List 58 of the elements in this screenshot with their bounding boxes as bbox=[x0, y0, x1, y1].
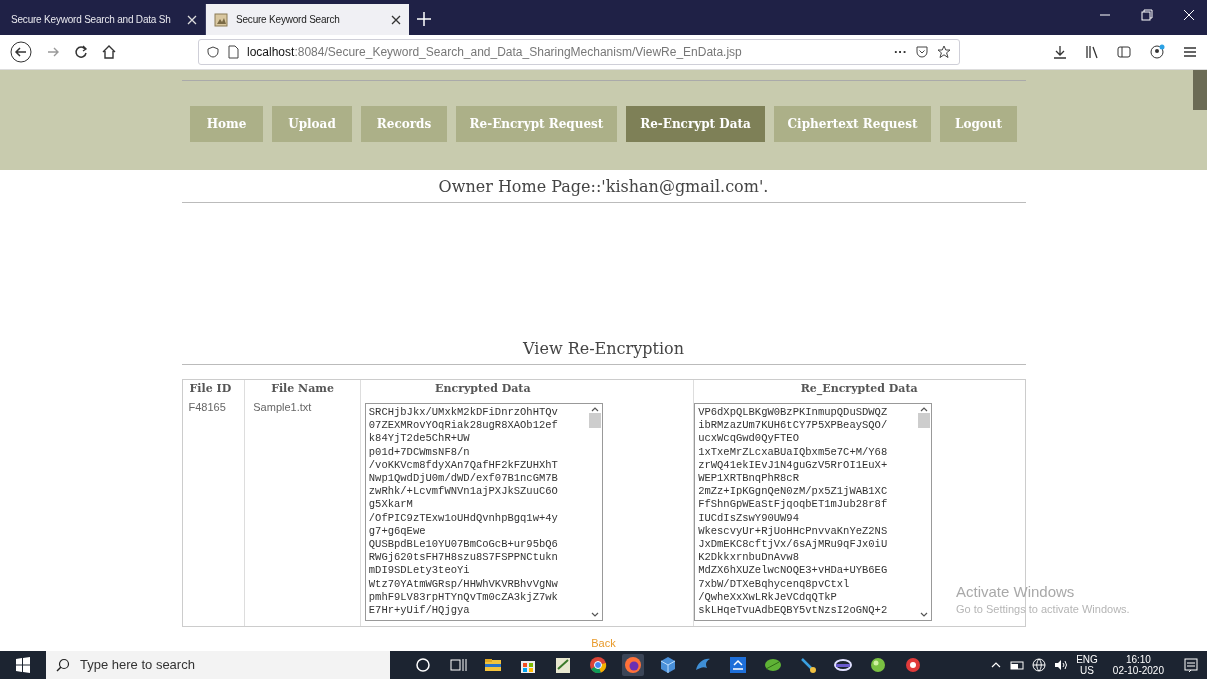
column-header: File Name bbox=[271, 381, 334, 397]
page-icon bbox=[214, 12, 228, 27]
page-icon bbox=[227, 45, 239, 59]
scroll-down-icon[interactable] bbox=[590, 612, 599, 618]
close-icon[interactable] bbox=[391, 14, 401, 25]
text-area[interactable] bbox=[694, 403, 933, 621]
notification-icon[interactable] bbox=[1183, 657, 1199, 673]
restore-icon[interactable] bbox=[1141, 9, 1153, 21]
reload-icon[interactable] bbox=[74, 45, 88, 59]
account-icon[interactable] bbox=[1149, 44, 1165, 60]
scroll-thumb[interactable] bbox=[588, 413, 601, 428]
section-title: View Re-Encryption bbox=[523, 338, 684, 360]
activation-message: Go to Settings to activate Windows. bbox=[956, 602, 1130, 617]
home-icon[interactable] bbox=[102, 45, 116, 59]
scroll-up-icon[interactable] bbox=[920, 406, 929, 412]
firefox-icon[interactable] bbox=[622, 654, 644, 676]
forward-icon[interactable] bbox=[46, 45, 60, 59]
tab-title: Secure Keyword Search and Data Sh bbox=[11, 13, 172, 27]
speaker-icon[interactable] bbox=[1053, 658, 1070, 672]
column-header: Encrypted Data bbox=[435, 381, 531, 397]
clock-time[interactable]: 16:10 bbox=[1125, 654, 1151, 665]
tab-title: Secure Keyword Search bbox=[236, 13, 341, 27]
cipher-text: SRCHjbJkx/UMxkM2kDFiDnrzOhHTQv 07ZEXMRovYOqRiak28ugR8XAOb12ef k84YjT2de5ChR+UW p01d+7DCWmsNF8/n /voKKVcm8fdyXAn7QafHF2kFZUHXhT Nwp1QwdDjU0m/dWD/exf07B1ncGM7B zwRhk/+LcvmfWNVn1ajPXJkSZuuC6O g5XkarM /OfPIC9zTExw1oUHdQvnhpBgq1w+4y g7+g6qEwe QUSBpdBLe10YU07BmCoGcB+ur95bQ6 RWGj620tsFH7H8szu8S7FSPPNCtukn mDI9SDLety3teoYi Wtz70YAtmWGRsp/HHWhVKVRBhvVgNw pmhF9LV83rpHTYnQvTm0cZA3kjZ7wk E7Hr+yUif/HQjgya bbox=[367, 405, 559, 619]
activation-title: Activate Windows bbox=[956, 583, 1076, 601]
scroll-up-icon[interactable] bbox=[590, 406, 599, 412]
more-actions-button[interactable]: ··· bbox=[894, 42, 907, 62]
scroll-down-icon[interactable] bbox=[920, 612, 929, 618]
bookmark-star-icon[interactable] bbox=[937, 45, 951, 59]
cipher-text: VP6dXpQLBKgW0BzPKInmupQDuSDWQZ ibRMzazUm7KUH6tCY7P5XPBeaySQO/ ucxWcqGwd0QyFTEO 1xTxeMrZLcxaBUaIQbxm5e7C+M/Y68 zrWQ41ekIEvJ1N4guGzV5RrOI1EuX+ WEP1XRTBnqPhR8cR 2mZz+IpKGgnQeN0zM/px5Z1jWAB1XC FfShnGpWEaStFjqoqbET1mJub28r8f IUCdIsZswY90UW94 WkescvyUr+RjUoHHcPnvvaKnYeZ2NS JxDmEKC8cftjVx/6sAjMRu9qFJx0iU K2DkkxrnbuDnAvw8 MdZX6hXUZelwcNOQE3+vHDa+UYB6EG 7xbW/DTXeBqhycenq8pvCtxl /QwheXxXwLRkJeVCdqQTkP skLHqeTvuAdbEQBY5vtNzsI2oGNQ+2 bbox=[697, 405, 889, 619]
sidebar-icon[interactable] bbox=[1117, 45, 1131, 59]
text-area[interactable] bbox=[364, 403, 603, 621]
pocket-icon[interactable] bbox=[915, 45, 929, 59]
back-icon[interactable] bbox=[10, 41, 32, 63]
search-field[interactable]: Type here to search bbox=[46, 651, 390, 679]
menu-icon[interactable] bbox=[1183, 45, 1197, 59]
url-text: localhost:8084/Secure_Keyword_Search_and_Data_SharingMechanism/ViewRe_EnData.jsp bbox=[247, 44, 743, 61]
language-indicator[interactable]: ENG bbox=[1076, 654, 1098, 665]
search-placeholder: Type here to search bbox=[80, 656, 195, 675]
installer-icon[interactable] bbox=[727, 654, 749, 676]
table-cell-text: F48165 bbox=[187, 400, 227, 415]
page-heading: Owner Home Page::'kishan@gmail.com'. bbox=[438, 176, 769, 198]
page-scrollbar[interactable] bbox=[1193, 70, 1207, 110]
region-indicator[interactable]: US bbox=[1080, 665, 1094, 676]
search-icon bbox=[56, 658, 70, 672]
browser-tab[interactable]: Secure Keyword Search bbox=[206, 4, 409, 35]
chrome-icon[interactable] bbox=[587, 654, 609, 676]
library-icon[interactable] bbox=[1085, 45, 1099, 59]
column-header: Re_Encrypted Data bbox=[800, 381, 918, 397]
battery-icon[interactable] bbox=[1009, 659, 1026, 671]
column-header: File ID bbox=[189, 381, 232, 397]
download-icon[interactable] bbox=[1053, 45, 1067, 59]
scroll-thumb[interactable] bbox=[918, 413, 931, 428]
address-bar[interactable]: localhost:8084/Secure_Keyword_Search_and_Data_SharingMechanism/ViewRe_EnData.jsp ··· bbox=[198, 39, 960, 65]
clock-date[interactable]: 02-10-2020 bbox=[1112, 665, 1164, 676]
nav-button[interactable]: Re-Encrypt Data bbox=[626, 106, 765, 142]
table-cell-text: Sample1.txt bbox=[252, 400, 313, 415]
globe-icon[interactable] bbox=[1032, 658, 1047, 672]
shield-icon bbox=[207, 46, 219, 58]
